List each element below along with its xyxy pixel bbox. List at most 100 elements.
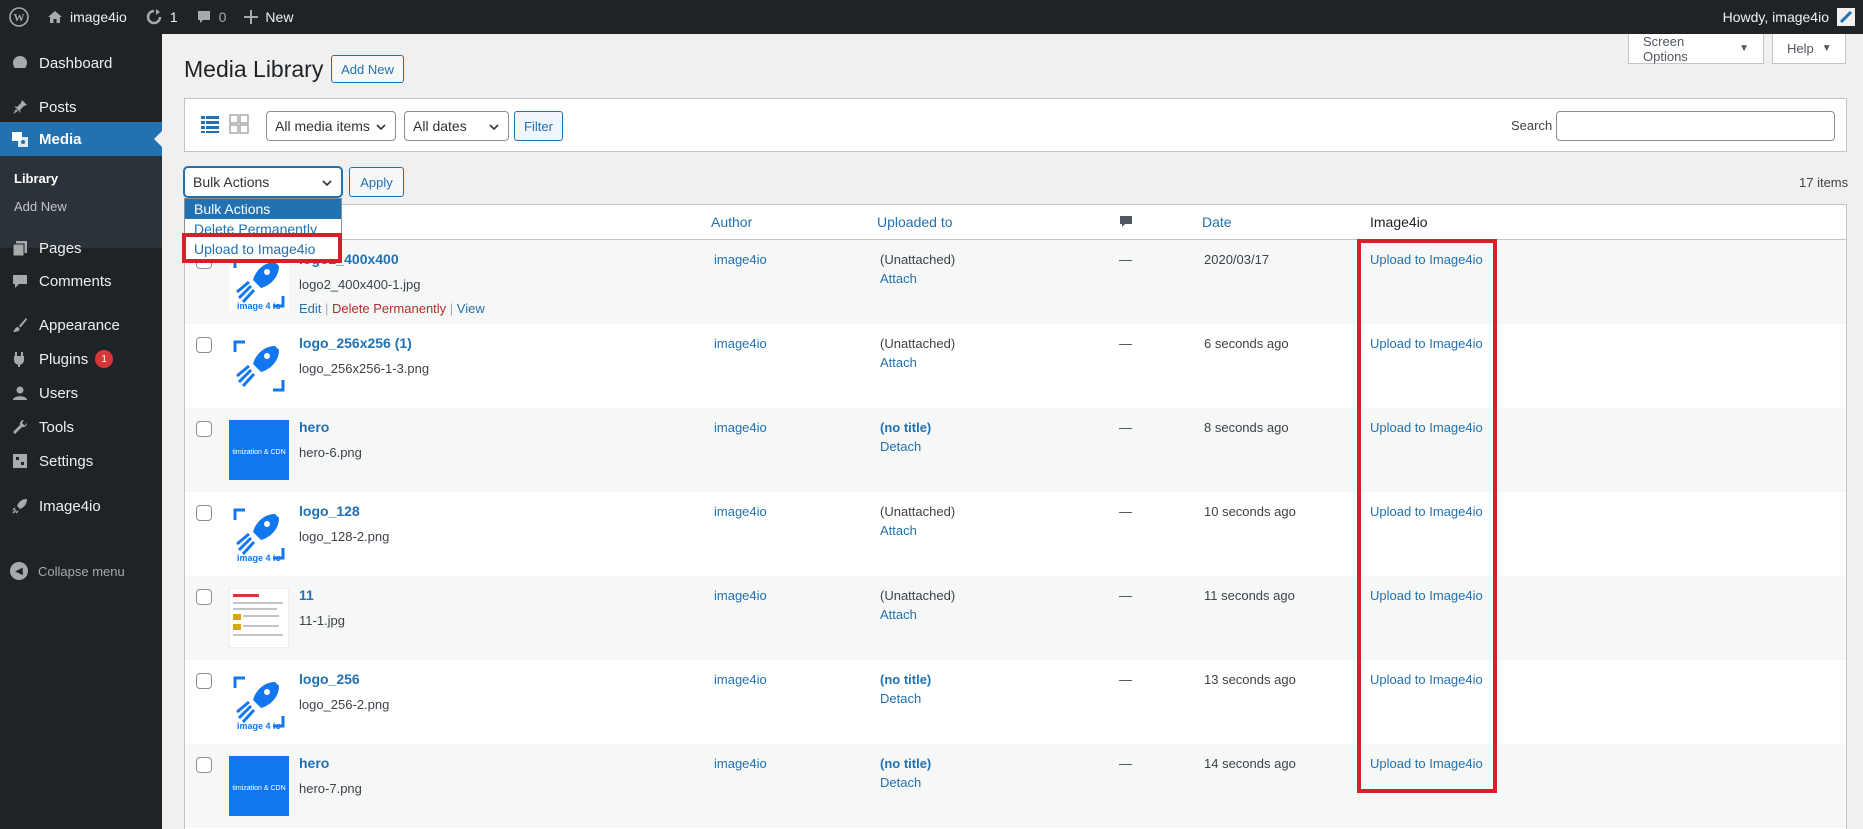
media-icon xyxy=(10,129,30,149)
sidebar-item-tools[interactable]: Tools xyxy=(0,410,162,444)
author-link[interactable]: image4io xyxy=(714,756,767,771)
table-row: image 4 io logo_128 logo_128-2.png image4io… xyxy=(185,492,1846,576)
media-title-link[interactable]: 11 xyxy=(299,587,314,603)
row-checkbox[interactable] xyxy=(196,589,212,605)
bulk-option-bulk-actions[interactable]: Bulk Actions xyxy=(185,199,341,219)
sidebar-item-pages[interactable]: Pages xyxy=(0,231,162,265)
author-link[interactable]: image4io xyxy=(714,588,767,603)
attach-link[interactable]: Detach xyxy=(880,775,921,790)
author-link[interactable]: image4io xyxy=(714,504,767,519)
comment-column-icon[interactable] xyxy=(1119,205,1133,239)
author-link[interactable]: image4io xyxy=(714,672,767,687)
svg-text:W: W xyxy=(14,12,25,24)
attach-link[interactable]: Detach xyxy=(880,439,921,454)
attach-link[interactable]: Detach xyxy=(880,691,921,706)
sidebar-item-appearance[interactable]: Appearance xyxy=(0,308,162,342)
add-new-button[interactable]: Add New xyxy=(331,55,404,83)
view-link[interactable]: View xyxy=(457,301,485,316)
column-date[interactable]: Date xyxy=(1202,205,1232,239)
sidebar-item-media[interactable]: Media xyxy=(0,122,162,156)
author-link[interactable]: image4io xyxy=(714,336,767,351)
edit-link[interactable]: Edit xyxy=(299,301,321,316)
filter-button[interactable]: Filter xyxy=(514,111,563,141)
site-name-link[interactable]: image4io xyxy=(38,0,136,34)
comment-bubble-icon xyxy=(196,9,212,25)
caret-down-icon: ▼ xyxy=(1821,43,1832,54)
media-title-link[interactable]: logo_128 xyxy=(299,503,360,519)
sidebar-item-image4io[interactable]: Image4io xyxy=(0,489,162,523)
comments-link[interactable]: 0 xyxy=(187,0,236,34)
thumb-caption: image 4 io xyxy=(237,553,282,563)
users-icon xyxy=(10,383,30,403)
row-checkbox[interactable] xyxy=(196,421,212,437)
media-type-select[interactable]: All media items xyxy=(266,111,396,141)
author-link[interactable]: image4io xyxy=(714,420,767,435)
submenu-item-library[interactable]: Library xyxy=(14,171,58,186)
media-thumbnail[interactable]: timization & CDN xyxy=(229,756,289,816)
attach-link[interactable]: Attach xyxy=(880,523,917,538)
media-filename: logo_256-2.png xyxy=(299,697,390,712)
uploaded-to[interactable]: (no title) xyxy=(880,672,931,687)
thumb-caption: image 4 io xyxy=(237,301,282,311)
column-author[interactable]: Author xyxy=(711,205,752,239)
list-view-icon[interactable] xyxy=(200,114,220,134)
screen-options-button[interactable]: Screen Options ▼ xyxy=(1628,34,1764,64)
attach-link[interactable]: Attach xyxy=(880,271,917,286)
column-uploaded-to[interactable]: Uploaded to xyxy=(877,205,953,239)
plugins-update-badge: 1 xyxy=(95,350,114,368)
row-checkbox[interactable] xyxy=(196,757,212,773)
media-thumbnail[interactable]: image 4 io xyxy=(229,504,289,564)
wordpress-logo-icon[interactable]: W xyxy=(0,0,38,34)
attach-link[interactable]: Attach xyxy=(880,607,917,622)
submenu-item-add-new[interactable]: Add New xyxy=(14,199,67,214)
admin-sidebar: Dashboard Posts Media Library Add New Pa… xyxy=(0,34,162,829)
attach-link[interactable]: Attach xyxy=(880,355,917,370)
media-title-link[interactable]: logo_256x256 (1) xyxy=(299,335,412,351)
sidebar-item-plugins[interactable]: Plugins 1 xyxy=(0,342,162,376)
media-filename: 11-1.jpg xyxy=(299,613,346,628)
uploaded-to: (Unattached) xyxy=(880,336,956,351)
upload-date: 2020/03/17 xyxy=(1204,252,1270,267)
search-input[interactable] xyxy=(1556,111,1835,141)
uploaded-to[interactable]: (no title) xyxy=(880,420,931,435)
thumb-caption: timization & CDN xyxy=(232,785,285,792)
my-account[interactable]: Howdy, image4io xyxy=(1723,0,1863,34)
sidebar-item-users[interactable]: Users xyxy=(0,376,162,410)
row-checkbox[interactable] xyxy=(196,673,212,689)
grid-view-icon[interactable] xyxy=(229,114,249,134)
chevron-down-icon xyxy=(375,120,387,136)
sidebar-item-comments[interactable]: Comments xyxy=(0,264,162,298)
media-thumbnail[interactable]: timization & CDN xyxy=(229,420,289,480)
sidebar-item-settings[interactable]: Settings xyxy=(0,444,162,478)
media-thumbnail[interactable]: image 4 io xyxy=(229,672,289,732)
media-title-link[interactable]: hero xyxy=(299,419,329,435)
upload-date: 6 seconds ago xyxy=(1204,336,1289,351)
row-checkbox[interactable] xyxy=(196,505,212,521)
date-select[interactable]: All dates xyxy=(404,111,509,141)
new-content-link[interactable]: New xyxy=(235,0,302,34)
author-link[interactable]: image4io xyxy=(714,252,767,267)
row-actions: Edit | Delete Permanently | View xyxy=(299,301,485,316)
media-thumbnail[interactable] xyxy=(229,588,289,648)
sidebar-item-posts[interactable]: Posts xyxy=(0,90,162,124)
site-name: image4io xyxy=(70,9,127,25)
updates-link[interactable]: 1 xyxy=(136,0,187,34)
items-count: 17 items xyxy=(1799,175,1849,190)
help-button[interactable]: Help ▼ xyxy=(1772,34,1846,64)
thumb-caption: timization & CDN xyxy=(232,449,285,456)
row-checkbox[interactable] xyxy=(196,337,212,353)
sidebar-item-dashboard[interactable]: Dashboard xyxy=(0,46,162,80)
media-title-link[interactable]: logo_256 xyxy=(299,671,360,687)
highlight-image4io-column xyxy=(1357,239,1497,793)
bulk-actions-select[interactable]: Bulk Actions xyxy=(184,167,342,197)
uploaded-to[interactable]: (no title) xyxy=(880,756,931,771)
media-thumbnail[interactable] xyxy=(229,336,289,396)
delete-permanently-link[interactable]: Delete Permanently xyxy=(332,301,446,316)
updates-count: 1 xyxy=(169,9,178,25)
column-image4io: Image4io xyxy=(1370,214,1428,230)
media-title-link[interactable]: hero xyxy=(299,755,329,771)
media-filename: logo_256x256-1-3.png xyxy=(299,361,430,376)
collapse-menu-button[interactable]: ◀ Collapse menu xyxy=(10,562,125,580)
apply-button[interactable]: Apply xyxy=(349,167,404,197)
upload-date: 13 seconds ago xyxy=(1204,672,1296,687)
